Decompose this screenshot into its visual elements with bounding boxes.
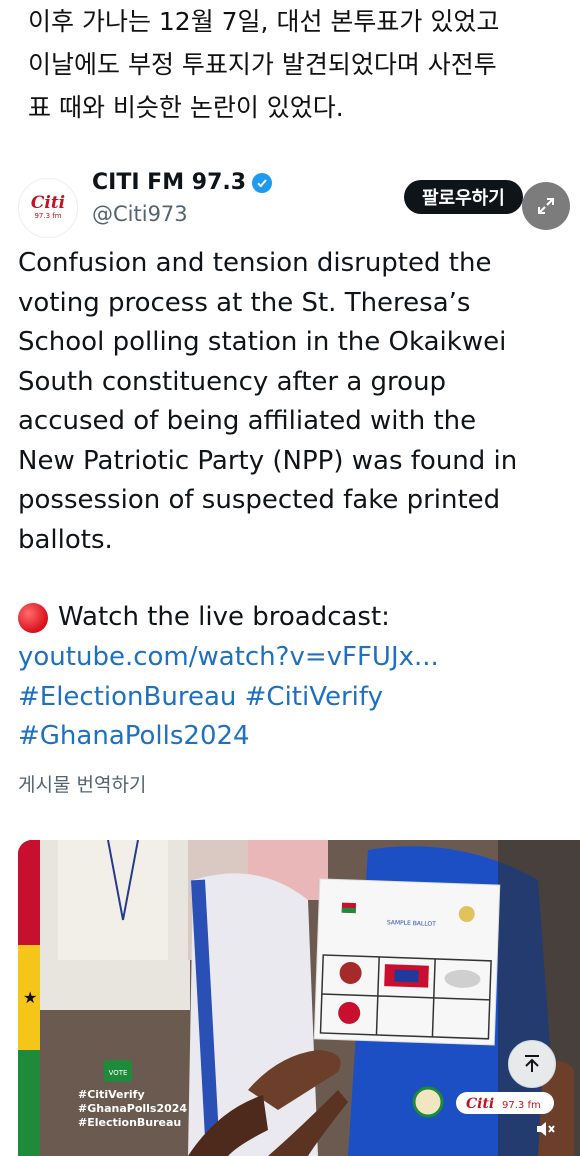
vote-badge-text: VOTE	[109, 1069, 128, 1077]
media-logo-text: Citi	[466, 1096, 494, 1112]
article-line: 이후 가나는 12월 7일, 대선 본투표가 있었고	[28, 7, 500, 36]
expand-icon[interactable]	[522, 182, 570, 230]
tweet-video[interactable]: ★ SAMPLE BALLOT VOTE #CitiVerify #GhanaP…	[18, 840, 580, 1156]
tweet-text-line: voting process at the St. Theresa’s	[18, 287, 471, 318]
hashtag-ghanapolls[interactable]: #GhanaPolls2024	[18, 717, 439, 757]
display-name-text: CITI FM 97.3	[92, 170, 247, 195]
user-handle[interactable]: @Citi973	[92, 202, 188, 226]
scroll-to-top-button[interactable]	[508, 1040, 556, 1088]
overlay-tag: #GhanaPolls2024	[78, 1102, 187, 1115]
svg-text:★: ★	[23, 988, 37, 1007]
overlay-tag: #ElectionBureau	[78, 1116, 181, 1129]
live-broadcast-line: Watch the live broadcast:	[18, 598, 390, 638]
tweet-links: youtube.com/watch?v=vFFUJx... #ElectionB…	[18, 638, 439, 757]
media-logo-fm: 97.3 fm	[502, 1100, 541, 1111]
article-line: 이날에도 부정 투표지가 발견되었다며 사전투	[28, 50, 497, 79]
tweet-text-line: accused of being affiliated with the	[18, 406, 477, 436]
follow-button[interactable]: 팔로우하기	[404, 180, 523, 214]
translate-post-link[interactable]: 게시물 번역하기	[18, 770, 146, 797]
tweet-text-line: possession of suspected fake printed	[18, 485, 501, 515]
arrow-up-icon	[525, 1055, 539, 1072]
tweet-text-line: Confusion and tension disrupted the	[18, 248, 492, 278]
tweet-text: Confusion and tension disrupted the voti…	[18, 244, 566, 560]
display-name[interactable]: CITI FM 97.3	[92, 170, 273, 195]
article-text: 이후 가나는 12월 7일, 대선 본투표가 있었고 이날에도 부정 투표지가 …	[28, 0, 548, 129]
video-frame: ★ SAMPLE BALLOT VOTE #CitiVerify #GhanaP…	[18, 840, 580, 1156]
overlay-tag: #CitiVerify	[78, 1088, 145, 1101]
tweet-text-line: New Patriotic Party (NPP) was found in	[18, 445, 518, 476]
avatar-logo-subtext: 97.3 fm	[34, 212, 62, 220]
tweet-text-line: School polling station in the Okaikwei	[18, 327, 507, 357]
avatar-logo-text: Citi	[30, 193, 66, 213]
mute-icon[interactable]	[534, 1118, 556, 1140]
verified-badge-icon	[252, 172, 273, 193]
tweet-text-line: ballots.	[18, 524, 113, 555]
youtube-link[interactable]: youtube.com/watch?v=vFFUJx...	[18, 638, 439, 678]
avatar[interactable]: Citi 97.3 fm	[18, 178, 78, 238]
article-line: 표 때와 비슷한 논란이 있었다.	[28, 93, 344, 122]
hashtags-line[interactable]: #ElectionBureau #CitiVerify	[18, 678, 439, 718]
tweet-text-line: South constituency after a group	[18, 366, 447, 397]
live-broadcast-text: Watch the live broadcast:	[58, 602, 390, 632]
red-circle-icon	[18, 602, 48, 633]
